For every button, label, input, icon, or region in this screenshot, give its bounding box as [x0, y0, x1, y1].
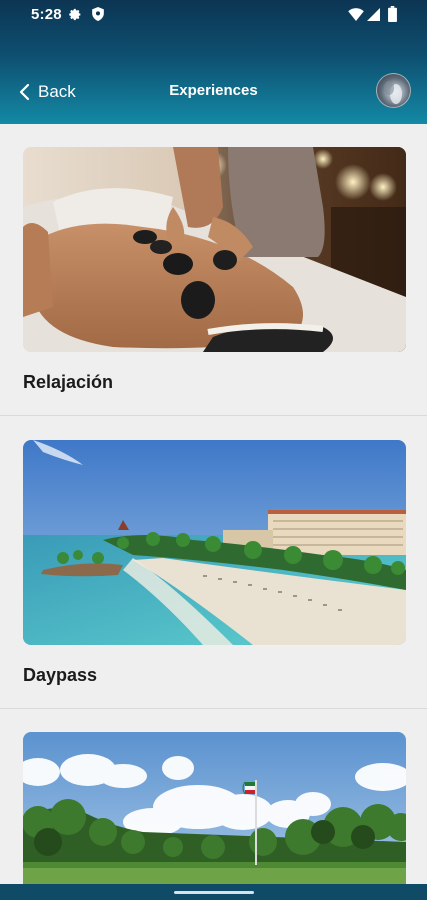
user-avatar-icon — [384, 81, 402, 104]
status-time: 5:28 — [31, 6, 62, 23]
home-indicator[interactable] — [174, 891, 254, 894]
hot-stone-massage-photo — [23, 147, 406, 352]
beach-resort-photo — [23, 440, 406, 645]
experience-image-beach — [23, 440, 406, 645]
experience-card-relajacion[interactable]: Relajación — [0, 124, 427, 416]
wifi-icon — [348, 8, 364, 21]
experience-title: Relajación — [23, 372, 114, 392]
header-background: 5:28 Back Experiences — [0, 0, 427, 124]
experience-image-golf — [23, 732, 406, 884]
avatar[interactable] — [376, 73, 411, 108]
battery-icon — [388, 6, 397, 22]
experience-image-massage — [23, 147, 406, 352]
golf-course-photo — [23, 732, 406, 884]
status-bar: 5:28 — [0, 0, 427, 30]
app-bar: Back Experiences — [0, 62, 427, 122]
shield-icon — [92, 7, 104, 21]
experience-card-daypass[interactable]: Daypass — [0, 416, 427, 709]
signal-icon — [367, 8, 380, 21]
system-navigation-bar — [0, 884, 427, 900]
experiences-list: Relajación Daypass — [0, 124, 427, 884]
experience-title: Daypass — [23, 665, 98, 685]
gear-icon — [69, 8, 81, 21]
experience-card-golf[interactable] — [0, 709, 427, 884]
page-title: Experiences — [169, 82, 258, 99]
experiences-screen: 5:28 Back Experiences Relajación Daypass — [0, 0, 427, 900]
